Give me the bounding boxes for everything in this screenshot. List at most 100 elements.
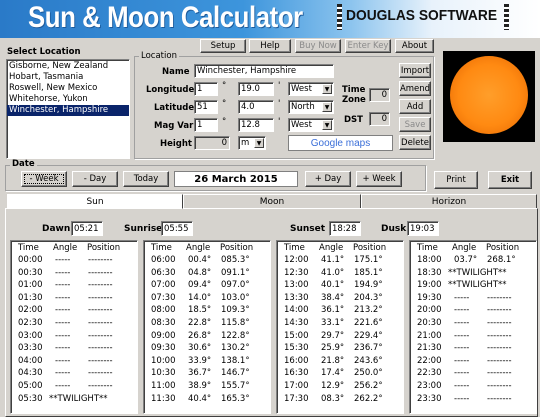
location-list-item[interactable]: Winchester, Hampshire [7,105,129,116]
table-header: Time Angle Position [11,243,137,254]
location-list-item[interactable]: Roswell, New Mexico [7,83,129,94]
cell-angle: 41.1° [321,255,345,265]
table-row: 08:30 22.8° 115.8° [144,318,270,329]
table-row: 16:30 17.4° 250.0° [277,368,403,379]
amend-button[interactable]: Amend [399,81,431,96]
magvar-minutes-field[interactable]: 12.8 [238,118,274,132]
menu-button-help[interactable]: Help [249,39,291,53]
location-list-item[interactable]: Whitehorse, Yukon [7,94,129,105]
cell-time: 01:30 [18,292,43,303]
location-list-item[interactable]: Hobart, Tasmania [7,72,129,83]
cell-position: 221.6° [354,318,383,328]
minus-day-button[interactable]: - Day [72,171,118,187]
cell-position: 194.9° [354,280,383,291]
cell-time: 02:30 [18,318,43,328]
sun-table-4: Time Angle Position 18:00 03.7° 268.1° 18:30 **… [409,240,537,414]
cell-time: 08:00 [151,305,176,316]
cell-time: 03:00 [18,330,43,341]
timezone-label: Time Zone [342,85,366,105]
cell-position: -------- [487,292,512,303]
location-list[interactable]: Gisborne, New Zealand Hobart, Tasmania Ros… [6,59,130,159]
table-row: 09:30 30.6° 130.2° [144,343,270,354]
cell-time: 09:00 [151,330,176,341]
latitude-minutes-field[interactable]: 4.0 [238,100,274,114]
latitude-degrees-field[interactable]: 51 [194,100,218,114]
cell-angle: 30.6° [188,343,212,354]
cell-angle: ----- [55,255,71,265]
table-row: 01:00 ----- -------- [11,280,137,291]
cell-position: -------- [487,368,512,379]
save-button[interactable]: Save [399,117,431,132]
cell-angle: ----- [454,343,470,354]
menu-button-about[interactable]: About [395,39,434,53]
cell-angle: 29.7° [321,330,345,341]
tab-sun[interactable]: Sun [7,194,183,209]
magvar-direction-select[interactable]: West ▼ [288,118,334,132]
name-field[interactable]: Winchester, Hampshire [194,64,334,78]
cell-time: 06:30 [151,267,176,278]
cell-time: 14:30 [284,318,309,328]
column-header-position: Position [486,243,520,253]
table-row: 06:30 04.8° 091.1° [144,268,270,279]
exit-button[interactable]: Exit [488,171,532,189]
cell-angle: ----- [454,393,470,404]
cell-time: 12:30 [284,267,309,278]
cell-angle: ----- [55,330,71,341]
cell-angle: ----- [454,381,470,391]
cell-time: 18:30 [417,267,442,278]
column-header-position: Position [87,243,121,253]
cell-time: 15:00 [284,330,309,341]
google-maps-button[interactable]: Google maps [288,135,393,151]
longitude-direction-select[interactable]: West ▼ [288,82,334,96]
table-row: 21:30 ----- -------- [410,343,536,354]
company-logo: DOUGLAS SOFTWARE [346,7,498,24]
cell-angle: ----- [55,305,71,316]
table-row: 00:30 ----- -------- [11,268,137,279]
height-field[interactable]: 0 [194,136,230,150]
dropdown-arrow-icon[interactable]: ▼ [322,84,332,94]
menu-button-setup[interactable]: Setup [200,39,246,53]
latitude-direction-select[interactable]: North ▼ [288,100,334,114]
cell-angle: 09.4° [188,280,212,291]
menu-button-enter-key[interactable]: Enter Key [345,39,391,53]
tab-moon[interactable]: Moon [183,194,361,209]
tab-horizon[interactable]: Horizon [361,194,537,209]
cell-position: 146.7° [221,368,250,379]
minus-week-button[interactable]: - Week [21,171,67,187]
dropdown-arrow-icon[interactable]: ▼ [322,120,332,130]
import-button[interactable]: Import [399,63,431,78]
plus-day-button[interactable]: + Day [305,171,351,187]
location-list-item[interactable]: Gisborne, New Zealand [7,61,129,72]
cell-time: 08:30 [151,318,176,328]
longitude-degrees-field[interactable]: 1 [194,82,218,96]
select-location-title: Select Location [7,47,81,57]
dropdown-arrow-icon[interactable]: ▼ [254,138,264,148]
table-row: 14:00 36.1° 213.2° [277,305,403,316]
cell-time: 13:00 [284,280,309,291]
sunrise-label: Sunrise [124,224,163,234]
menu-button-buy-now[interactable]: Buy Now [295,39,341,53]
magvar-degrees-field[interactable]: 1 [194,118,218,132]
today-button[interactable]: Today [123,171,169,187]
print-button[interactable]: Print [434,171,478,189]
cell-angle: 17.4° [321,368,345,379]
logo-bar-right-icon [504,4,509,30]
cell-angle: 18.5° [188,305,212,316]
cell-angle: **TWILIGHT** [49,393,108,404]
cell-position: -------- [88,318,113,328]
delete-button[interactable]: Delete [399,135,431,150]
timezone-field[interactable]: 0 [369,88,390,102]
minute-symbol: ' [278,81,281,91]
add-button[interactable]: Add [399,99,431,114]
cell-angle: 25.9° [321,343,345,354]
table-row: 14:30 33.1° 221.6° [277,318,403,329]
column-header-time: Time [417,243,438,253]
dst-field[interactable]: 0 [369,112,390,126]
height-unit-select[interactable]: m ▼ [238,136,266,150]
cell-time: 17:30 [284,393,309,404]
dropdown-arrow-icon[interactable]: ▼ [322,102,332,112]
longitude-minutes-field[interactable]: 19.0 [238,82,274,96]
cell-angle: ----- [454,292,470,303]
plus-week-button[interactable]: + Week [356,171,402,187]
cell-angle: ----- [55,368,71,379]
